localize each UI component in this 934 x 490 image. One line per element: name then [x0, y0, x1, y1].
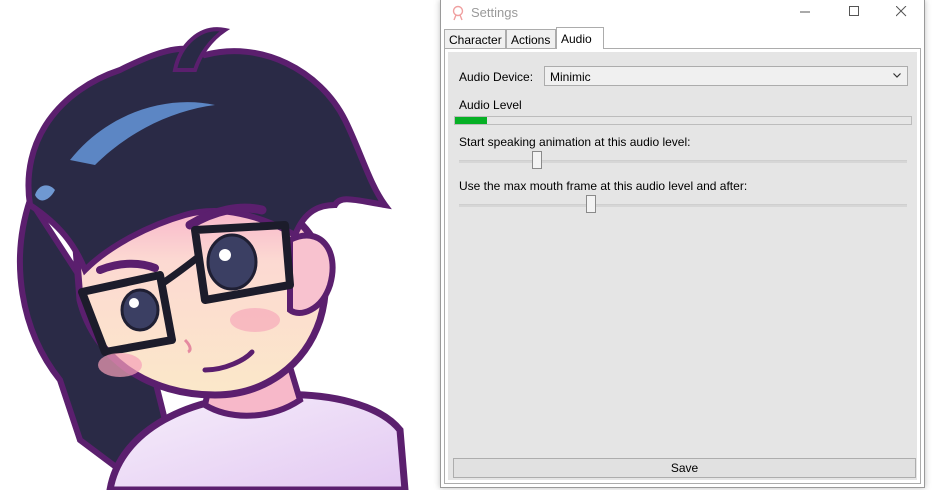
tab-audio[interactable]: Audio: [556, 27, 604, 49]
maximize-button[interactable]: [834, 0, 876, 24]
audio-level-fill: [455, 117, 487, 124]
title-bar[interactable]: Settings: [441, 0, 924, 26]
audio-tab-panel: Audio Device: Minimic Audio Level Start …: [444, 48, 921, 484]
tab-actions[interactable]: Actions: [506, 29, 556, 48]
slider-track: [459, 204, 907, 207]
window-title: Settings: [471, 5, 518, 20]
settings-window: Settings Character Actions Audio Audio D…: [440, 0, 925, 488]
eye: [206, 233, 258, 291]
minimize-button[interactable]: [785, 0, 827, 24]
eye: [120, 288, 160, 332]
chevron-down-icon: [893, 73, 901, 78]
close-button[interactable]: [881, 0, 923, 24]
start-speaking-slider[interactable]: [459, 151, 907, 171]
slider-track: [459, 160, 907, 163]
minimize-icon: [800, 11, 810, 13]
blush: [230, 308, 280, 332]
slider-thumb[interactable]: [586, 195, 597, 213]
start-speaking-label: Start speaking animation at this audio l…: [459, 135, 691, 149]
maximize-icon: [849, 6, 859, 16]
audio-device-label: Audio Device:: [459, 70, 534, 84]
max-mouth-label: Use the max mouth frame at this audio le…: [459, 179, 748, 193]
avatar-illustration: [17, 27, 409, 490]
tab-character[interactable]: Character: [444, 29, 506, 48]
audio-device-value: Minimic: [550, 70, 591, 84]
audio-level-meter: [454, 116, 912, 125]
max-mouth-slider[interactable]: [459, 195, 907, 215]
slider-thumb[interactable]: [532, 151, 543, 169]
app-icon: [452, 5, 464, 21]
blush: [98, 353, 142, 377]
close-icon: [896, 6, 907, 17]
eye-shine: [129, 298, 139, 308]
audio-level-label: Audio Level: [459, 98, 522, 112]
eye-shine: [219, 249, 231, 261]
audio-settings-area: Audio Device: Minimic Audio Level Start …: [448, 52, 917, 480]
save-button[interactable]: Save: [453, 458, 916, 478]
audio-device-select[interactable]: Minimic: [544, 66, 908, 86]
